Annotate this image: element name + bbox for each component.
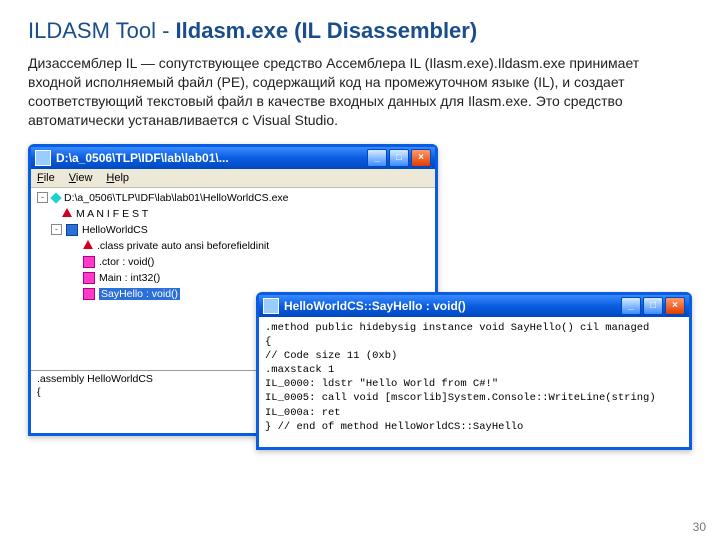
- tree-main[interactable]: Main : int32(): [37, 270, 433, 286]
- menu-file[interactable]: File: [37, 172, 55, 184]
- assembly-icon: [50, 192, 61, 203]
- method-icon: [83, 256, 95, 268]
- title-plain: ILDASM Tool -: [28, 18, 176, 43]
- titlebar: D:\a_0506\TLP\IDF\lab\lab01\... _ □ ×: [31, 147, 435, 169]
- code-line: IL_000a: ret: [265, 406, 683, 420]
- method-icon: [83, 288, 95, 300]
- code-line: } // end of method HelloWorldCS::SayHell…: [265, 420, 683, 434]
- window-title: D:\a_0506\TLP\IDF\lab\lab01\...: [56, 151, 367, 165]
- maximize-button[interactable]: □: [389, 149, 409, 167]
- class-icon: [66, 224, 78, 236]
- titlebar: HelloWorldCS::SayHello : void() _ □ ×: [259, 295, 689, 317]
- expand-icon[interactable]: -: [37, 192, 48, 203]
- info-icon: [83, 240, 93, 249]
- code-line: .maxstack 1: [265, 363, 683, 377]
- window-title: HelloWorldCS::SayHello : void(): [284, 299, 621, 313]
- tree-class[interactable]: -HelloWorldCS: [37, 222, 433, 238]
- code-line: IL_0000: ldstr "Hello World from C#!": [265, 377, 683, 391]
- app-icon: [35, 150, 51, 166]
- tree-root[interactable]: -D:\a_0506\TLP\IDF\lab\lab01\HelloWorldC…: [37, 190, 433, 206]
- page-number: 30: [693, 520, 706, 534]
- minimize-button[interactable]: _: [621, 297, 641, 315]
- tree-manifest[interactable]: M A N I F E S T: [37, 206, 433, 222]
- method-icon: [83, 272, 95, 284]
- app-icon: [263, 298, 279, 314]
- decorative-ribbon: [0, 468, 380, 510]
- menubar: File View Help: [31, 169, 435, 188]
- minimize-button[interactable]: _: [367, 149, 387, 167]
- screenshot-area: D:\a_0506\TLP\IDF\lab\lab01\... _ □ × Fi…: [28, 144, 688, 444]
- expand-icon[interactable]: -: [51, 224, 62, 235]
- code-line: .method public hidebysig instance void S…: [265, 321, 683, 335]
- tree-ctor[interactable]: .ctor : void(): [37, 254, 433, 270]
- description: Дизассемблер IL — сопутствующее средство…: [28, 54, 692, 130]
- manifest-icon: [62, 208, 72, 217]
- code-content: .method public hidebysig instance void S…: [259, 317, 689, 438]
- code-line: IL_0005: call void [mscorlib]System.Cons…: [265, 391, 683, 405]
- menu-help[interactable]: Help: [106, 172, 129, 184]
- title-bold: Ildasm.exe (IL Disassembler): [176, 18, 478, 43]
- close-button[interactable]: ×: [665, 297, 685, 315]
- code-line: {: [265, 335, 683, 349]
- menu-view[interactable]: View: [69, 172, 93, 184]
- maximize-button[interactable]: □: [643, 297, 663, 315]
- tree-classdef[interactable]: .class private auto ansi beforefieldinit: [37, 238, 433, 254]
- page-title: ILDASM Tool - Ildasm.exe (IL Disassemble…: [28, 18, 692, 44]
- close-button[interactable]: ×: [411, 149, 431, 167]
- code-line: // Code size 11 (0xb): [265, 349, 683, 363]
- il-code-window: HelloWorldCS::SayHello : void() _ □ × .m…: [256, 292, 692, 450]
